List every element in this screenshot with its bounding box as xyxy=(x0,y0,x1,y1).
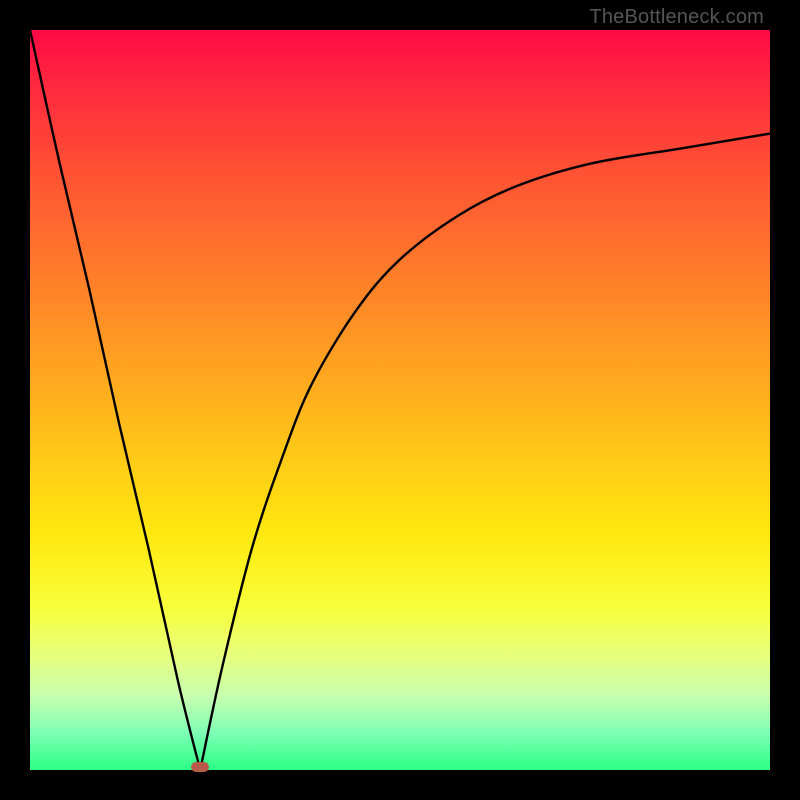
curve-right-branch xyxy=(200,134,770,770)
curve-svg xyxy=(30,30,770,770)
plot-area xyxy=(30,30,770,770)
bottleneck-marker xyxy=(191,762,209,772)
chart-frame: TheBottleneck.com xyxy=(0,0,800,800)
curve-left-branch xyxy=(30,30,200,770)
watermark-text: TheBottleneck.com xyxy=(589,6,764,29)
